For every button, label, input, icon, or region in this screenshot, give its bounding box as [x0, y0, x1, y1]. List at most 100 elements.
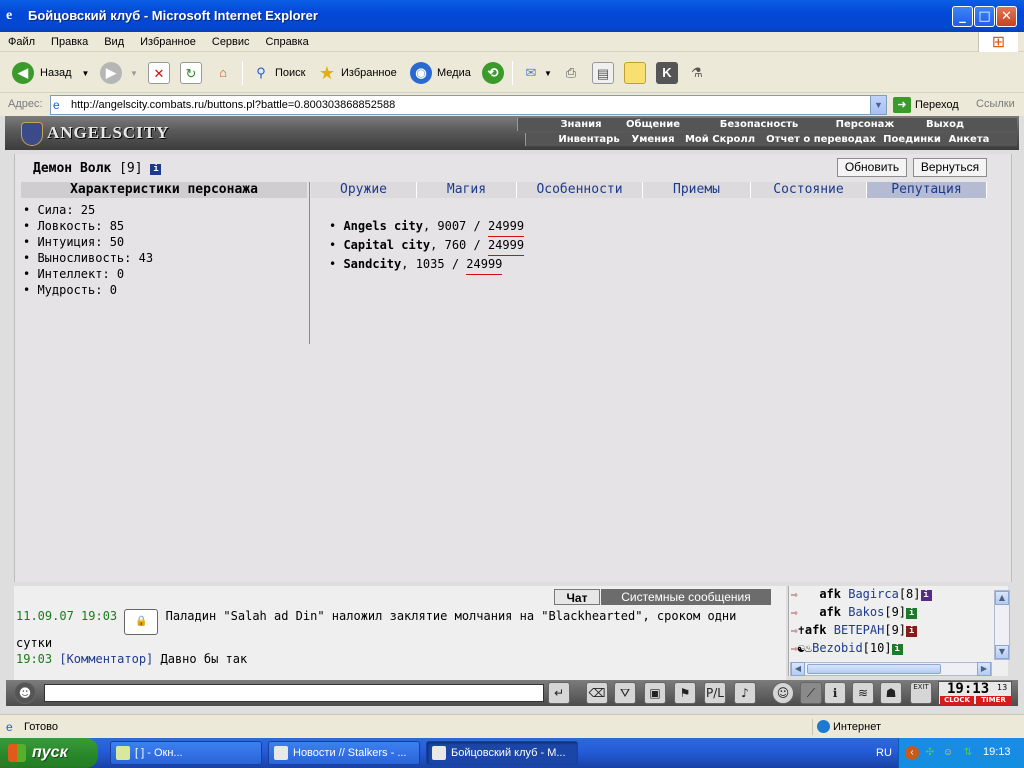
- refresh-game-button[interactable]: Обновить: [837, 158, 907, 177]
- address-dropdown-icon[interactable]: ▼: [870, 96, 886, 114]
- nav-communication[interactable]: Общение: [617, 118, 689, 131]
- nav-inventory[interactable]: Инвентарь: [553, 133, 625, 146]
- scroll-thumb[interactable]: [807, 664, 941, 674]
- online-user[interactable]: ⇨ afk Bakos[9] i: [791, 604, 918, 620]
- back-dropdown-icon[interactable]: ▼: [82, 69, 90, 78]
- eraser-icon[interactable]: ⌫: [586, 682, 608, 704]
- smiley-face-icon[interactable]: ☻: [14, 682, 36, 704]
- users-icon[interactable]: ☗: [880, 682, 902, 704]
- maximize-button[interactable]: □: [974, 6, 995, 27]
- info-icon[interactable]: i: [150, 164, 162, 175]
- scroll-up-icon[interactable]: ▲: [995, 591, 1009, 605]
- tab-reputation[interactable]: Репутация: [867, 182, 987, 198]
- forward-button[interactable]: ▶ ▼: [100, 59, 138, 87]
- private-arrow-icon[interactable]: ⇨: [791, 606, 798, 619]
- menu-favorites[interactable]: Избранное: [132, 32, 204, 52]
- print-button[interactable]: ⎙: [560, 59, 582, 87]
- nav-knowledge[interactable]: Знания: [553, 118, 609, 131]
- messenger-icon[interactable]: ☺: [941, 746, 955, 760]
- nav-skills[interactable]: Умения: [627, 133, 679, 146]
- nav-my-scroll[interactable]: Мой Скролл: [681, 133, 759, 146]
- scroll-icon[interactable]: ≋: [852, 682, 874, 704]
- mail-dropdown-icon[interactable]: ▼: [544, 69, 552, 78]
- home-button[interactable]: ⌂: [212, 59, 234, 87]
- return-button[interactable]: Вернуться: [913, 158, 987, 177]
- tab-weapons[interactable]: Оружие: [311, 182, 417, 198]
- tab-features[interactable]: Особенности: [517, 182, 643, 198]
- tab-magic[interactable]: Магия: [417, 182, 517, 198]
- online-horizontal-scrollbar[interactable]: ◀ ▶: [790, 662, 992, 676]
- stop-button[interactable]: ✕: [148, 59, 170, 87]
- menu-help[interactable]: Справка: [258, 32, 317, 52]
- tray-arrow-icon[interactable]: ‹: [905, 746, 919, 760]
- tab-system-messages[interactable]: Системные сообщения: [601, 589, 771, 605]
- scroll-left-icon[interactable]: ◀: [791, 662, 805, 676]
- sound-icon[interactable]: ♪: [734, 682, 756, 704]
- nav-security[interactable]: Безопасность: [705, 118, 813, 131]
- media-button[interactable]: ◉ Медиа: [410, 59, 471, 87]
- online-user[interactable]: ⇨☯♨Bezobid[10] i: [791, 640, 903, 656]
- taskbar-item[interactable]: Новости // Stalkers - ...: [268, 741, 420, 765]
- refresh-button[interactable]: ↻: [180, 59, 202, 87]
- online-user[interactable]: ⇨✝afk ВЕТЕРАН[9] i: [791, 622, 918, 638]
- message-author[interactable]: [Комментатор]: [59, 652, 153, 666]
- tab-state[interactable]: Состояние: [751, 182, 867, 198]
- taskbar-item[interactable]: [ ] - Окн...: [110, 741, 262, 765]
- scroll-down-icon[interactable]: ▼: [995, 645, 1009, 659]
- address-input[interactable]: e http://angelscity.combats.ru/buttons.p…: [50, 95, 887, 115]
- chat-input[interactable]: [44, 684, 544, 702]
- runner-icon[interactable]: ⚑: [674, 682, 696, 704]
- mail-button[interactable]: ✉ ▼: [520, 59, 552, 87]
- online-user[interactable]: ⇨ afk Bagirca[8] i: [791, 586, 932, 602]
- favorites-label: Избранное: [341, 67, 397, 79]
- nav-fights[interactable]: Поединки: [883, 133, 941, 146]
- menu-view[interactable]: Вид: [96, 32, 132, 52]
- tab-chat[interactable]: Чат: [554, 589, 600, 605]
- minimize-button[interactable]: _: [952, 6, 973, 27]
- save-icon[interactable]: ▣: [644, 682, 666, 704]
- discuss-button[interactable]: [624, 59, 646, 87]
- go-button[interactable]: ➜ Переход: [893, 96, 959, 114]
- private-arrow-icon[interactable]: ⇨: [791, 588, 798, 601]
- info-icon[interactable]: i: [906, 608, 918, 619]
- research-button[interactable]: ⚗: [686, 59, 708, 87]
- private-arrow-icon[interactable]: ⇨: [791, 642, 798, 655]
- transfer-icon[interactable]: ⇅: [961, 746, 975, 760]
- private-arrow-icon[interactable]: ⇨: [791, 624, 798, 637]
- info-icon[interactable]: i: [891, 644, 903, 655]
- search-button[interactable]: ⚲ Поиск: [250, 59, 305, 87]
- language-indicator[interactable]: RU: [876, 747, 892, 759]
- menu-tools[interactable]: Сервис: [204, 32, 258, 52]
- translit-icon[interactable]: P/L: [704, 682, 726, 704]
- filter-icon[interactable]: ⛛: [614, 682, 636, 704]
- back-button[interactable]: ◀ Назад ▼: [12, 59, 89, 87]
- links-label[interactable]: Ссылки: [976, 98, 1015, 110]
- menu-file[interactable]: Файл: [0, 32, 43, 52]
- nav-character[interactable]: Персонаж: [827, 118, 903, 131]
- nav-profile[interactable]: Анкета: [943, 133, 995, 146]
- start-button[interactable]: пуск: [0, 738, 98, 768]
- clock-label[interactable]: CLOCK: [940, 696, 974, 705]
- scroll-right-icon[interactable]: ▶: [977, 662, 991, 676]
- tab-techniques[interactable]: Приемы: [643, 182, 751, 198]
- send-icon[interactable]: ↵: [548, 682, 570, 704]
- info-icon[interactable]: i: [920, 590, 932, 601]
- info-icon[interactable]: ℹ: [824, 682, 846, 704]
- edit-button[interactable]: ▤: [592, 59, 614, 87]
- favorites-button[interactable]: ★ Избранное: [316, 59, 397, 87]
- history-button[interactable]: ⟲: [482, 59, 504, 87]
- messenger-button[interactable]: K: [656, 59, 678, 87]
- emoticon-icon[interactable]: ☺: [772, 682, 794, 704]
- taskbar-item-active[interactable]: Бойцовский клуб - М...: [426, 741, 578, 765]
- network-icon[interactable]: ✣: [923, 746, 937, 760]
- exit-icon[interactable]: EXIT: [910, 682, 932, 704]
- online-vertical-scrollbar[interactable]: ▲ ▼: [994, 590, 1010, 660]
- timer-label[interactable]: TIMER: [976, 696, 1011, 705]
- menu-edit[interactable]: Правка: [43, 32, 96, 52]
- info-icon[interactable]: i: [906, 626, 918, 637]
- clear-icon[interactable]: ⟋: [800, 682, 822, 704]
- nav-exit[interactable]: Выход: [915, 118, 975, 131]
- close-button[interactable]: ✕: [996, 6, 1017, 27]
- nav-transfer-report[interactable]: Отчет о переводах: [761, 133, 881, 146]
- forward-dropdown-icon[interactable]: ▼: [130, 69, 138, 78]
